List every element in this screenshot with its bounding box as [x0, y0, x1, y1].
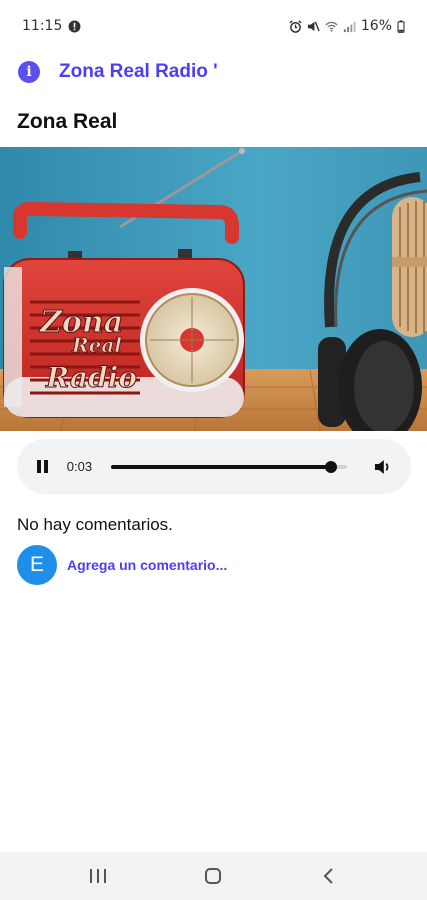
volume-icon[interactable] [373, 457, 393, 477]
avatar: E [17, 545, 57, 585]
logo-real: Real [71, 333, 122, 357]
home-icon [205, 868, 222, 884]
progress-fill [111, 464, 331, 469]
signal-icon [343, 21, 356, 32]
status-bar: 11:15 16% [0, 0, 427, 52]
home-button[interactable] [193, 856, 233, 896]
add-comment-row[interactable]: E Agrega un comentario... [17, 545, 227, 585]
pause-icon[interactable] [37, 459, 51, 474]
info-icon[interactable]: i [18, 61, 40, 83]
back-button[interactable] [309, 856, 349, 896]
mute-icon [307, 21, 320, 31]
back-icon [323, 868, 333, 884]
add-comment-link[interactable]: Agrega un comentario... [67, 557, 227, 573]
status-time: 11:15 [22, 18, 63, 34]
recent-apps-icon [89, 869, 106, 883]
audio-player: 0:03 [17, 439, 411, 494]
recent-apps-button[interactable] [78, 856, 118, 896]
battery-icon [397, 19, 405, 33]
app-header: i Zona Real Radio ' [0, 56, 427, 88]
progress-slider[interactable] [111, 460, 348, 473]
logo-radio: Radio [45, 361, 137, 394]
battery-percent: 16% [360, 18, 392, 34]
status-left: 11:15 [22, 18, 81, 34]
post-title: Zona Real [17, 110, 118, 133]
notification-icon [68, 20, 81, 32]
wifi-icon [325, 21, 338, 32]
current-time: 0:03 [66, 459, 93, 474]
status-right: 16% [289, 18, 405, 34]
progress-thumb[interactable] [324, 460, 337, 473]
no-comments-text: No hay comentarios. [17, 515, 173, 534]
radio-illustration: Zona Real Radio [0, 147, 427, 431]
hero-image: Zona Real Radio [0, 147, 427, 431]
alarm-icon [289, 19, 302, 33]
header-title[interactable]: Zona Real Radio ' [59, 61, 218, 83]
system-nav-bar [0, 852, 427, 900]
